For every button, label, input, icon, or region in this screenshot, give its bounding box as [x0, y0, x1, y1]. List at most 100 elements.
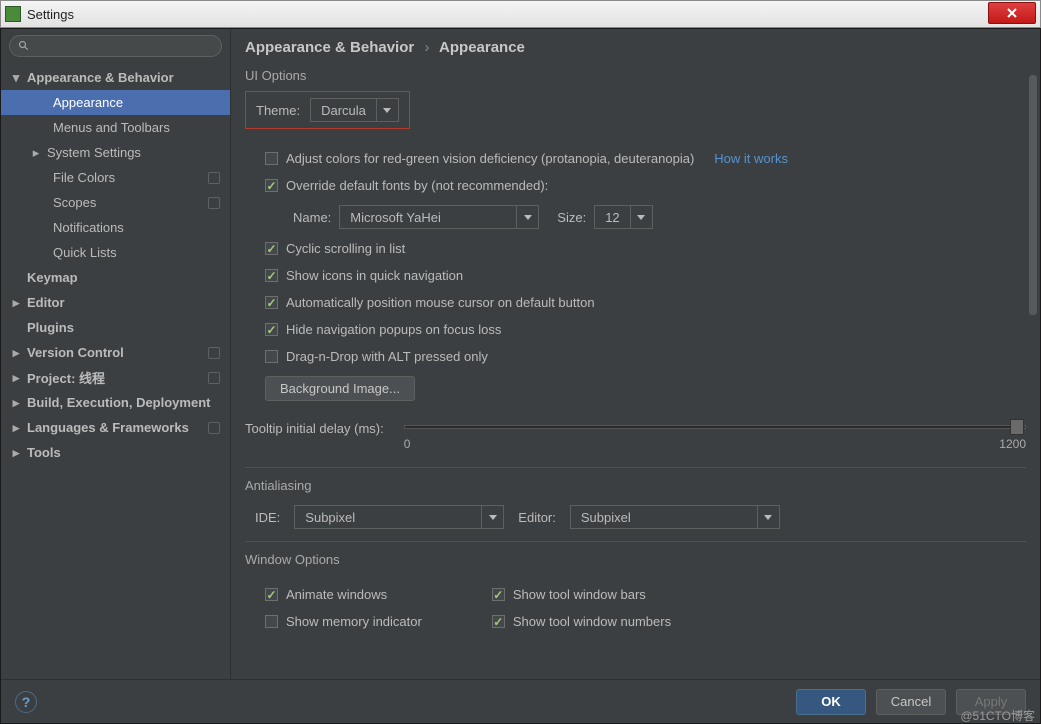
close-button[interactable]	[988, 2, 1036, 24]
theme-combo[interactable]: Darcula	[310, 98, 399, 122]
sidebar-item-label: Plugins	[27, 320, 74, 335]
font-size-label: Size:	[557, 210, 586, 225]
chevron-down-icon	[630, 206, 652, 228]
apply-button[interactable]: Apply	[956, 689, 1026, 715]
label-show-bars: Show tool window bars	[513, 587, 646, 602]
label-cyclic: Cyclic scrolling in list	[286, 241, 405, 256]
breadcrumb: Appearance & Behavior › Appearance	[231, 29, 1040, 62]
search-input[interactable]	[9, 35, 222, 57]
sidebar-item[interactable]: Scopes	[1, 190, 230, 215]
window-title: Settings	[27, 7, 988, 22]
chevron-right-icon: ▸	[11, 345, 21, 361]
settings-tree[interactable]: ▾ Appearance & Behavior Appearance Menus an…	[1, 61, 230, 679]
font-size-combo[interactable]: 12	[594, 205, 652, 229]
sidebar-item[interactable]: ▸Editor	[1, 290, 230, 315]
font-name-label: Name:	[293, 210, 331, 225]
sidebar-item-label: System Settings	[47, 145, 141, 160]
breadcrumb-sep: ›	[424, 39, 429, 56]
section-ui-options: UI Options	[245, 68, 1026, 83]
label-override-fonts: Override default fonts by (not recommend…	[286, 178, 548, 193]
sidebar-item[interactable]: Menus and Toolbars	[1, 115, 230, 140]
chevron-right-icon: ▸	[11, 420, 21, 436]
sidebar-item[interactable]: ▸ Version Control	[1, 340, 230, 365]
sidebar-item[interactable]: Appearance	[1, 90, 230, 115]
checkbox-cyclic[interactable]	[265, 242, 278, 255]
checkbox-override-fonts[interactable]	[265, 179, 278, 192]
checkbox-dnd-alt[interactable]	[265, 350, 278, 363]
label-show-numbers: Show tool window numbers	[513, 614, 671, 629]
sidebar-item-label: Notifications	[53, 220, 124, 235]
chevron-down-icon	[481, 506, 503, 528]
search-icon	[18, 40, 30, 52]
theme-highlight-box: Theme: Darcula	[245, 91, 410, 129]
settings-sidebar: ▾ Appearance & Behavior Appearance Menus an…	[1, 29, 231, 679]
sidebar-item[interactable]: ▸ System Settings	[1, 140, 230, 165]
scrollbar-vertical[interactable]	[1028, 75, 1038, 675]
label-dnd-alt: Drag-n-Drop with ALT pressed only	[286, 349, 488, 364]
aa-editor-combo[interactable]: Subpixel	[570, 505, 780, 529]
sidebar-item[interactable]: File Colors	[1, 165, 230, 190]
chevron-right-icon: ▸	[11, 295, 21, 311]
chevron-down-icon	[376, 99, 398, 121]
sidebar-item[interactable]: Plugins	[1, 315, 230, 340]
link-how-it-works[interactable]: How it works	[714, 151, 788, 166]
sidebar-item[interactable]: ▸ Build, Execution, Deployment	[1, 390, 230, 415]
sidebar-item[interactable]: ▾ Appearance & Behavior	[1, 65, 230, 90]
label-hide-nav: Hide navigation popups on focus loss	[286, 322, 501, 337]
project-scope-icon	[208, 422, 220, 434]
project-scope-icon	[208, 172, 220, 184]
window-titlebar: Settings	[0, 0, 1041, 28]
checkbox-memory[interactable]	[265, 615, 278, 628]
help-button[interactable]: ?	[15, 691, 37, 713]
sidebar-item-label: Keymap	[27, 270, 78, 285]
chevron-right-icon: ▸	[11, 370, 21, 386]
checkbox-show-icons[interactable]	[265, 269, 278, 282]
label-memory: Show memory indicator	[286, 614, 422, 629]
sidebar-item[interactable]: Notifications	[1, 215, 230, 240]
chevron-right-icon: ▸	[11, 395, 21, 411]
checkbox-animate[interactable]	[265, 588, 278, 601]
tooltip-delay-label: Tooltip initial delay (ms):	[245, 421, 384, 436]
sidebar-item[interactable]: ▸ Project: 线程	[1, 365, 230, 390]
sidebar-item-label: Appearance	[53, 95, 123, 110]
sidebar-item-label: Build, Execution, Deployment	[27, 395, 210, 410]
project-scope-icon	[208, 197, 220, 209]
sidebar-item-label: Version Control	[27, 345, 124, 360]
sidebar-item[interactable]: ▸Tools	[1, 440, 230, 465]
sidebar-item-label: File Colors	[53, 170, 115, 185]
label-animate: Animate windows	[286, 587, 387, 602]
app-icon	[5, 6, 21, 22]
sidebar-item[interactable]: ▸ Languages & Frameworks	[1, 415, 230, 440]
background-image-button[interactable]: Background Image...	[265, 376, 415, 401]
slider-thumb[interactable]	[1010, 419, 1024, 435]
tooltip-delay-slider[interactable]: 0 1200	[404, 419, 1026, 449]
project-scope-icon	[208, 372, 220, 384]
chevron-right-icon: ▸	[31, 145, 41, 161]
aa-ide-combo[interactable]: Subpixel	[294, 505, 504, 529]
ok-button[interactable]: OK	[796, 689, 866, 715]
project-scope-icon	[208, 347, 220, 359]
sidebar-item-label: Appearance & Behavior	[27, 70, 174, 85]
section-window-options: Window Options	[245, 552, 1026, 567]
checkbox-show-bars[interactable]	[492, 588, 505, 601]
chevron-down-icon: ▾	[11, 70, 21, 86]
label-adjust-colors: Adjust colors for red-green vision defic…	[286, 151, 694, 166]
chevron-down-icon	[516, 206, 538, 228]
checkbox-show-numbers[interactable]	[492, 615, 505, 628]
sidebar-item-label: Languages & Frameworks	[27, 420, 189, 435]
chevron-down-icon	[757, 506, 779, 528]
sidebar-item-label: Project: 线程	[27, 368, 105, 387]
chevron-right-icon: ▸	[11, 445, 21, 461]
checkbox-adjust-colors[interactable]	[265, 152, 278, 165]
cancel-button[interactable]: Cancel	[876, 689, 946, 715]
label-show-icons: Show icons in quick navigation	[286, 268, 463, 283]
breadcrumb-current: Appearance	[439, 39, 525, 56]
checkbox-hide-nav[interactable]	[265, 323, 278, 336]
checkbox-auto-position[interactable]	[265, 296, 278, 309]
settings-main: Appearance & Behavior › Appearance UI Op…	[231, 29, 1040, 679]
section-antialiasing: Antialiasing	[245, 478, 1026, 493]
sidebar-item[interactable]: Keymap	[1, 265, 230, 290]
sidebar-item[interactable]: Quick Lists	[1, 240, 230, 265]
sidebar-item-label: Quick Lists	[53, 245, 117, 260]
font-name-combo[interactable]: Microsoft YaHei	[339, 205, 539, 229]
